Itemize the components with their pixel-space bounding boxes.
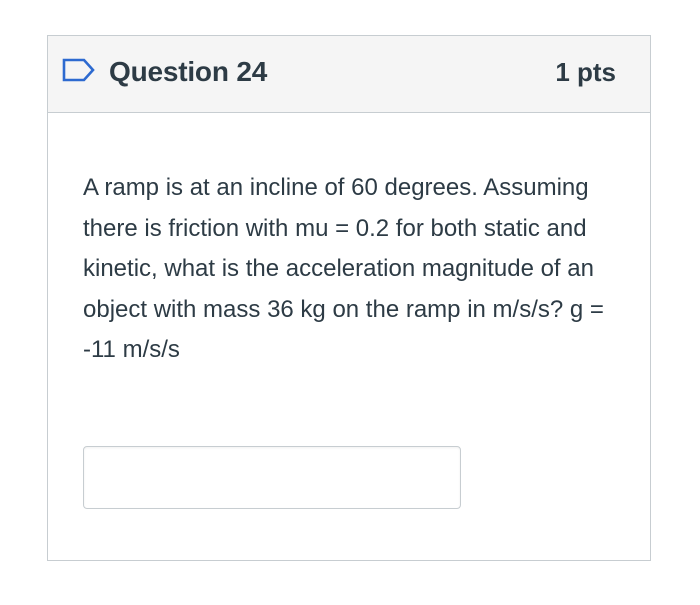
question-header: Question 24 1 pts [48,36,650,113]
question-card: Question 24 1 pts A ramp is at an inclin… [47,35,651,561]
question-title: Question 24 [109,56,268,87]
question-text: A ramp is at an incline of 60 degrees. A… [83,174,604,363]
question-points: 1 pts [555,57,616,87]
answer-input[interactable] [83,446,461,509]
flag-question-icon[interactable] [62,58,96,82]
